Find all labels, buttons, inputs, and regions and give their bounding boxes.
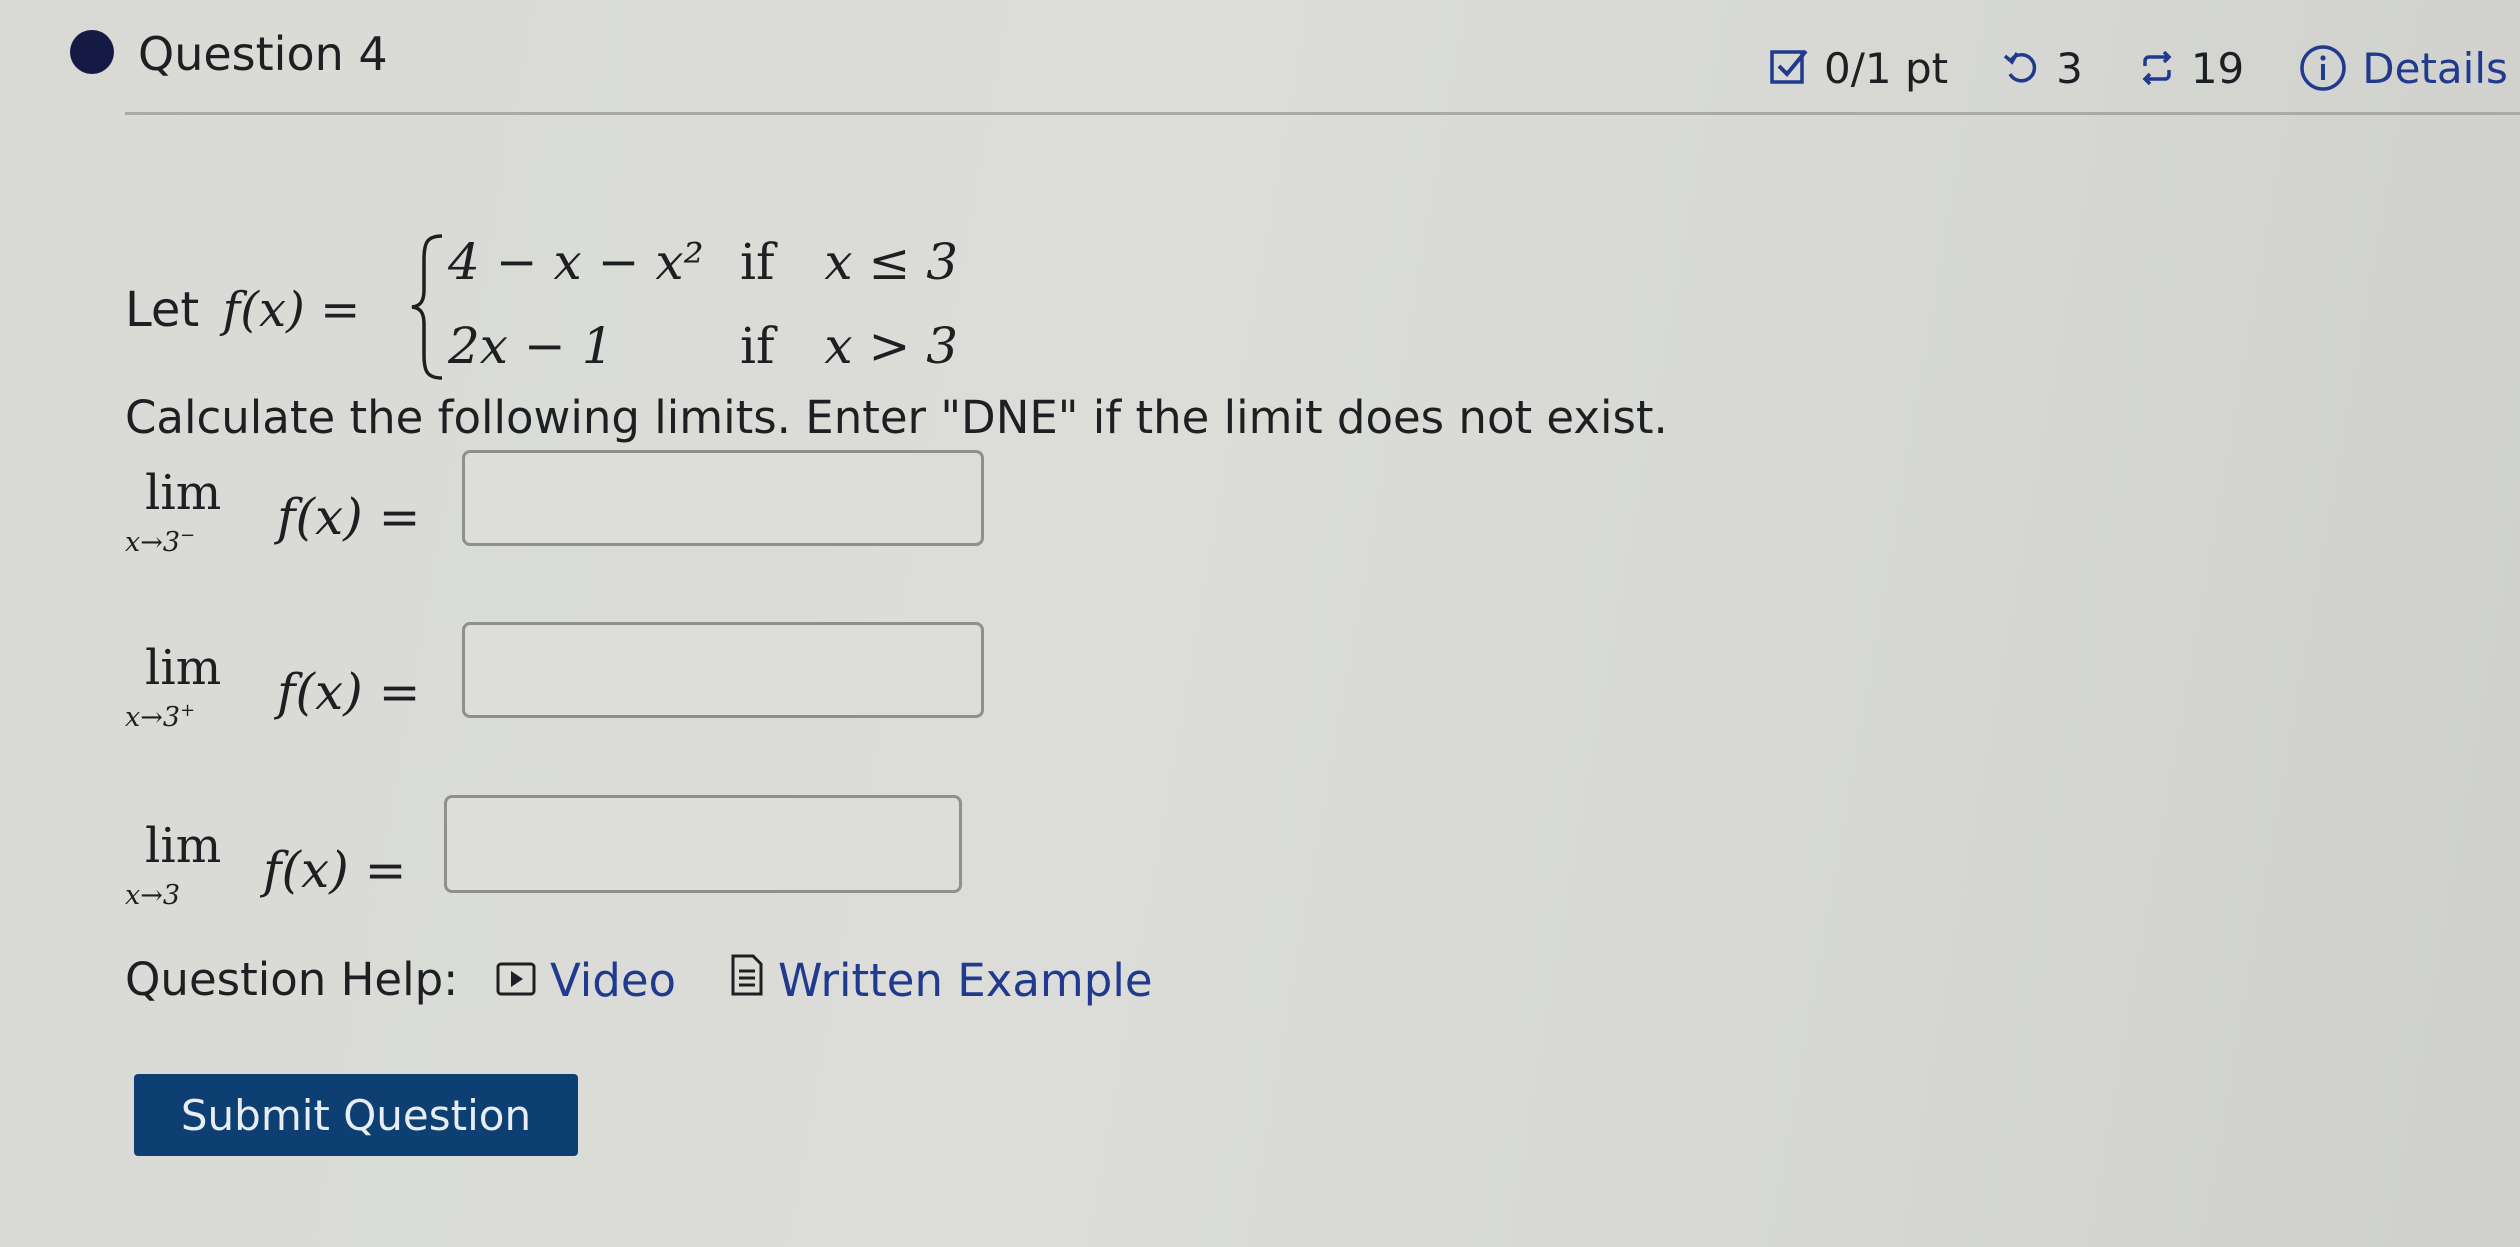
document-icon: [730, 953, 764, 1008]
function-lhs: f(x) =: [222, 282, 361, 338]
piece-2: 2x − 1 if x > 3: [448, 314, 958, 378]
submit-question-button[interactable]: Submit Question: [134, 1074, 578, 1156]
written-example-link[interactable]: Written Example: [730, 950, 1153, 1010]
video-link[interactable]: Video: [496, 950, 676, 1010]
details-link[interactable]: Details: [2362, 44, 2508, 93]
attempts-count: 19: [2190, 43, 2245, 93]
lim-subscript: x→3: [125, 880, 181, 911]
piece-2-condition: x > 3: [824, 317, 959, 375]
question-title: Question 4: [138, 27, 388, 81]
piece-1-if: if: [740, 233, 775, 291]
piece-2-if: if: [740, 317, 775, 375]
score-text: 0/1 pt: [1824, 43, 1949, 93]
header-divider: [125, 112, 2520, 115]
lim-label: lim: [145, 640, 222, 696]
piece-1-condition: x ≤ 3: [824, 233, 959, 291]
piece-1: 4 − x − x² if x ≤ 3: [448, 230, 958, 294]
info-icon[interactable]: [2298, 43, 2348, 93]
piecewise-brace: [411, 234, 443, 380]
let-text: Let: [125, 282, 200, 338]
right-limit-input[interactable]: [462, 622, 984, 718]
lim-expression: f(x) =: [263, 841, 407, 899]
checkbox-icon: [1768, 47, 1810, 89]
question-status-dot: [70, 30, 114, 74]
lim-subscript: x→3+: [125, 700, 196, 734]
instructions-text: Calculate the following limits. Enter "D…: [125, 391, 1668, 444]
lim-expression: f(x) =: [277, 488, 421, 546]
retries-count: 3: [2056, 43, 2083, 93]
function-definition: Let f(x) =: [125, 280, 360, 340]
question-help-label: Question Help:: [125, 953, 459, 1006]
lim-label: lim: [145, 465, 222, 521]
left-limit-input[interactable]: [462, 450, 984, 546]
written-example-label[interactable]: Written Example: [778, 954, 1153, 1007]
video-link-label[interactable]: Video: [550, 954, 676, 1007]
lim-subscript: x→3−: [125, 525, 196, 559]
retry-icon: [2002, 48, 2042, 88]
two-sided-limit-input[interactable]: [444, 795, 962, 893]
piece-1-expr: 4 − x − x²: [448, 233, 704, 291]
piece-2-expr: 2x − 1: [448, 317, 614, 375]
attempts-icon: [2137, 48, 2177, 88]
lim-label: lim: [145, 818, 222, 874]
video-icon: [496, 954, 536, 1007]
question-meta: 0/1 pt 3 19 Details: [1768, 38, 2508, 98]
lim-expression: f(x) =: [277, 663, 421, 721]
